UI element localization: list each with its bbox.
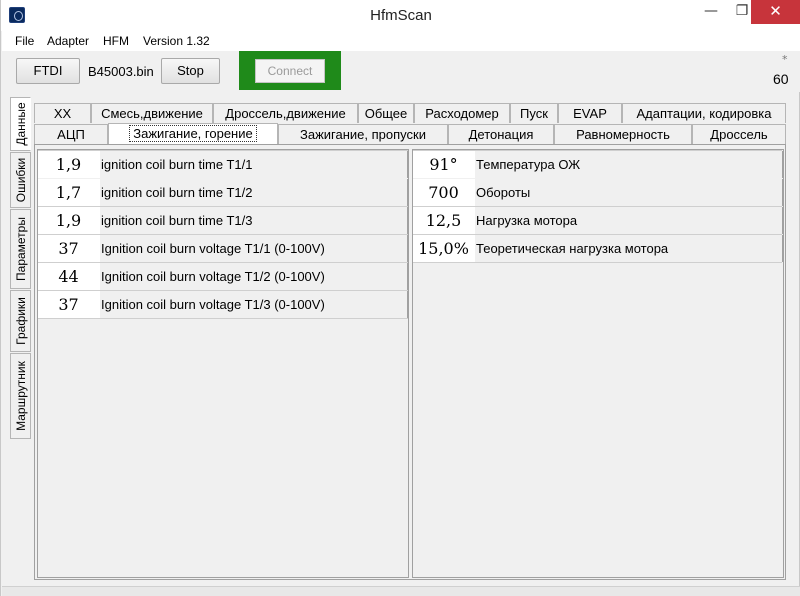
side-tab-errors[interactable]: Ошибки	[10, 152, 31, 208]
tab-label: Пуск	[520, 106, 548, 121]
stop-button[interactable]: Stop	[161, 58, 220, 84]
tab-label: Дроссель,движение	[225, 106, 346, 121]
parameter-value: 12,5	[413, 207, 475, 234]
title-bar: HfmScan — ❐ ✕	[1, 0, 800, 31]
parameter-label: ignition coil burn time T1/3	[100, 207, 408, 234]
parameter-label: Температура ОЖ	[475, 151, 783, 178]
parameter-value: 1,9	[38, 151, 100, 178]
side-tab-label: Графики	[13, 297, 28, 345]
menu-bar: File Adapter HFM Version 1.32	[2, 31, 800, 51]
parameter-row[interactable]: 91° Температура ОЖ	[413, 150, 783, 178]
parameter-row[interactable]: 1,9 ignition coil burn time T1/1	[38, 150, 408, 178]
side-tab-data[interactable]: Данные	[10, 97, 31, 151]
tab-start[interactable]: Пуск	[510, 103, 558, 123]
ftdi-button[interactable]: FTDI	[16, 58, 80, 84]
minimize-button[interactable]: —	[696, 0, 726, 24]
tab-label: Общее	[364, 106, 408, 121]
tab-throttle[interactable]: Дроссель	[692, 124, 786, 144]
tab-label: Дроссель	[710, 127, 768, 142]
tab-xx[interactable]: XX	[34, 103, 91, 123]
parameter-label: ignition coil burn time T1/2	[100, 179, 408, 206]
tab-throttle-motion[interactable]: Дроссель,движение	[213, 103, 358, 123]
parameter-label: Нагрузка мотора	[475, 207, 783, 234]
parameter-label: Ignition coil burn voltage T1/2 (0-100V)	[100, 263, 408, 290]
side-tab-route[interactable]: Маршрутник	[10, 353, 31, 439]
parameter-label: Ignition coil burn voltage T1/3 (0-100V)	[100, 291, 408, 318]
menu-hfm[interactable]: HFM	[103, 34, 129, 48]
menu-adapter[interactable]: Adapter	[47, 34, 89, 48]
app-window: HfmScan — ❐ ✕ File Adapter HFM Version 1…	[0, 0, 800, 596]
toolbar: FTDI B45003.bin Stop Connect * 60	[2, 51, 800, 92]
right-parameter-panel: 91° Температура ОЖ 700 Обороты 12,5 Нагр…	[412, 149, 784, 578]
tab-label: Детонация	[468, 127, 534, 142]
tab-label: EVAP	[573, 106, 607, 121]
side-tab-graphs[interactable]: Графики	[10, 290, 31, 352]
side-tab-label: Маршрутник	[13, 361, 28, 431]
parameter-row[interactable]: 15,0% Теоретическая нагрузка мотора	[413, 235, 783, 263]
parameter-value: 1,9	[38, 207, 100, 234]
parameter-row[interactable]: 700 Обороты	[413, 179, 783, 207]
tab-label: Смесь,движение	[101, 106, 203, 121]
tab-ignition-misfire[interactable]: Зажигание, пропуски	[278, 124, 448, 144]
window-title: HfmScan	[370, 7, 432, 24]
tab-adaptations[interactable]: Адаптации, кодировка	[622, 103, 786, 123]
parameter-label: Обороты	[475, 179, 783, 206]
parameter-label: Ignition coil burn voltage T1/1 (0-100V)	[100, 235, 408, 262]
parameter-label: ignition coil burn time T1/1	[100, 151, 408, 178]
tab-general[interactable]: Общее	[358, 103, 414, 123]
side-tab-parameters[interactable]: Параметры	[10, 209, 31, 289]
tab-ignition-burn[interactable]: Зажигание, горение	[108, 123, 278, 145]
parameter-row[interactable]: 1,9 ignition coil burn time T1/3	[38, 207, 408, 235]
tab-label: АЦП	[57, 127, 85, 142]
parameter-row[interactable]: 37 Ignition coil burn voltage T1/3 (0-10…	[38, 291, 408, 319]
parameter-row[interactable]: 12,5 Нагрузка мотора	[413, 207, 783, 235]
tab-uniformity[interactable]: Равномерность	[554, 124, 692, 144]
status-bar	[2, 586, 800, 596]
parameter-label: Теоретическая нагрузка мотора	[475, 235, 783, 262]
left-parameter-panel: 1,9 ignition coil burn time T1/1 1,7 ign…	[37, 149, 409, 578]
menu-version[interactable]: Version 1.32	[143, 34, 210, 48]
tab-knock[interactable]: Детонация	[448, 124, 554, 144]
connect-button[interactable]: Connect	[255, 59, 325, 83]
side-tab-label: Ошибки	[13, 157, 28, 203]
parameter-row[interactable]: 44 Ignition coil burn voltage T1/2 (0-10…	[38, 263, 408, 291]
tab-label: XX	[53, 106, 72, 121]
parameter-value: 15,0%	[413, 235, 475, 262]
tab-label: Адаптации, кодировка	[636, 106, 772, 121]
tab-mass-airflow[interactable]: Расходомер	[414, 103, 510, 123]
tab-label: Зажигание, пропуски	[300, 127, 426, 142]
file-name-label: B45003.bin	[88, 64, 154, 79]
tab-content: 1,9 ignition coil burn time T1/1 1,7 ign…	[34, 144, 786, 580]
tab-adc[interactable]: АЦП	[34, 124, 108, 144]
parameter-value: 1,7	[38, 179, 100, 206]
close-button[interactable]: ✕	[751, 0, 800, 24]
side-tab-label: Данные	[13, 102, 28, 146]
tab-mixture-motion[interactable]: Смесь,движение	[91, 103, 213, 123]
parameter-row[interactable]: 1,7 ignition coil burn time T1/2	[38, 179, 408, 207]
parameter-value: 37	[38, 291, 100, 318]
connect-highlight: Connect	[239, 51, 341, 90]
modified-indicator: *	[782, 53, 788, 66]
tab-label: Зажигание, горение	[129, 125, 257, 142]
tab-evap[interactable]: EVAP	[558, 103, 622, 123]
parameter-value: 44	[38, 263, 100, 290]
side-tab-strip: Данные Ошибки Параметры Графики Маршрутн…	[10, 97, 32, 587]
parameter-value: 37	[38, 235, 100, 262]
tab-label: Равномерность	[576, 127, 670, 142]
counter-value: 60	[773, 71, 789, 87]
menu-file[interactable]: File	[15, 34, 34, 48]
parameter-value: 91°	[413, 151, 475, 178]
side-tab-label: Параметры	[13, 217, 28, 281]
tab-label: Расходомер	[425, 106, 499, 121]
parameter-row[interactable]: 37 Ignition coil burn voltage T1/1 (0-10…	[38, 235, 408, 263]
parameter-value: 700	[413, 179, 475, 206]
